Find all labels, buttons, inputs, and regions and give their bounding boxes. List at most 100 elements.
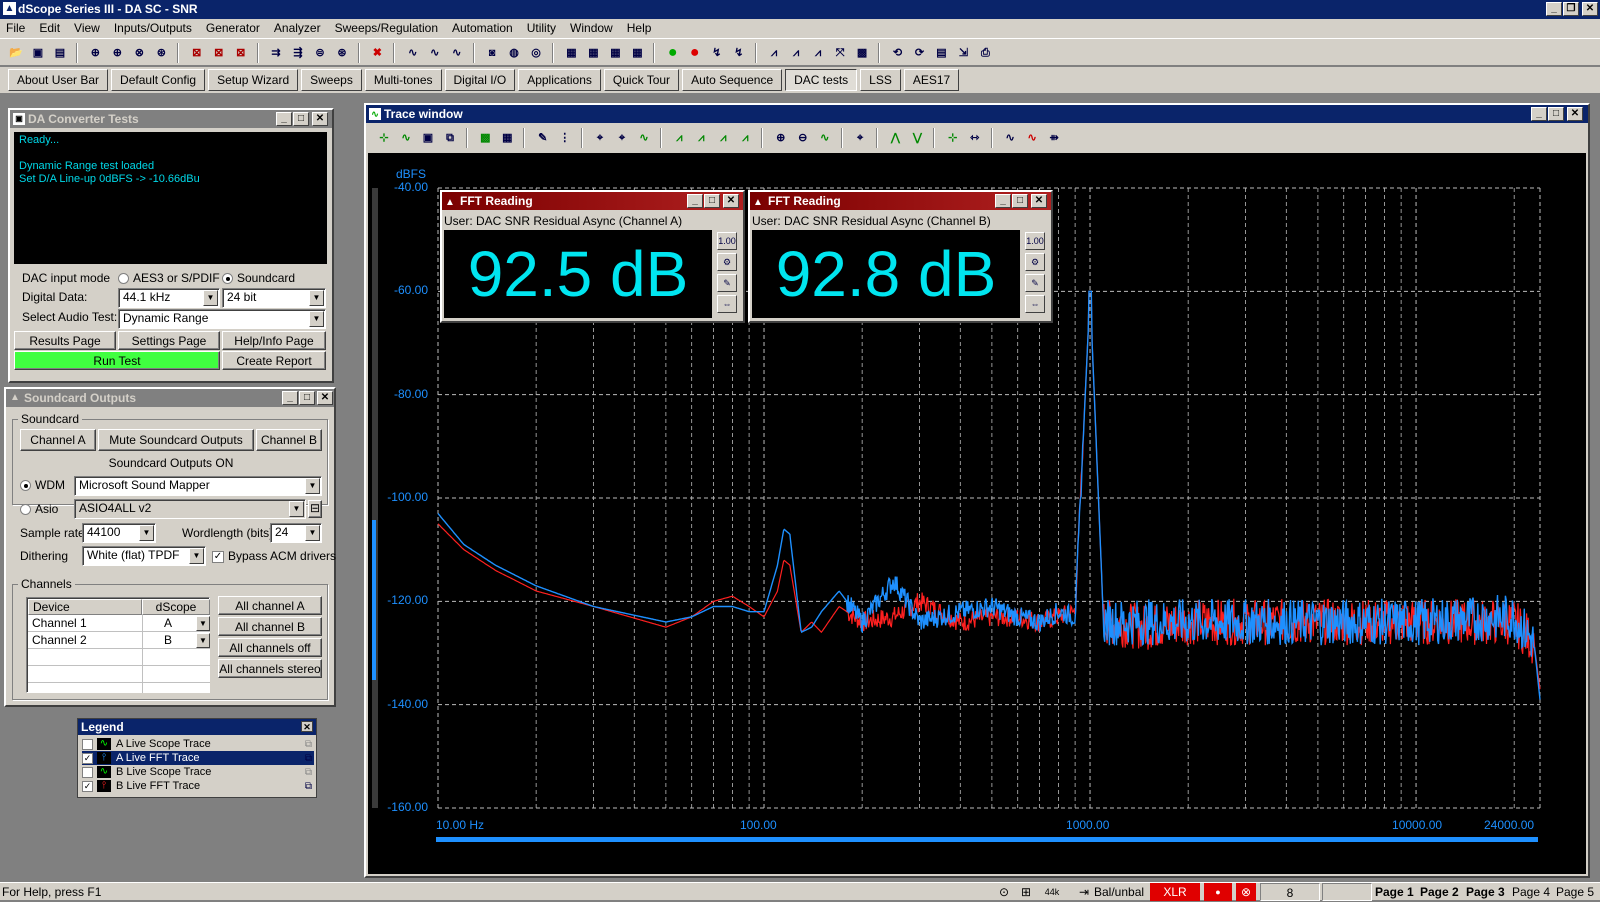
close-icon[interactable]: ✕ bbox=[1567, 107, 1583, 121]
run-icon[interactable]: ● bbox=[663, 43, 683, 63]
userbar-button[interactable]: Sweeps bbox=[301, 69, 362, 91]
menu-item[interactable]: Sweeps/Regulation bbox=[335, 21, 438, 35]
overlay-c-icon[interactable]: ⇻ bbox=[1044, 128, 1064, 148]
wave-b-icon[interactable]: ∿ bbox=[425, 43, 445, 63]
userbar-button[interactable]: Auto Sequence bbox=[682, 69, 783, 91]
settings-page-button[interactable]: Settings Page bbox=[118, 331, 220, 350]
peak-a-icon[interactable]: ⩘ bbox=[669, 128, 689, 148]
expand-icon[interactable]: ⇔ bbox=[1025, 295, 1045, 313]
legend-item[interactable]: ✓ ⫯ A Live FFT Trace ⧉ bbox=[82, 751, 314, 765]
legend-checkbox[interactable] bbox=[82, 766, 93, 778]
log-icon[interactable]: ✎ bbox=[1025, 274, 1045, 292]
menu-item[interactable]: File bbox=[6, 21, 25, 35]
peak-b-icon[interactable]: ⩘ bbox=[691, 128, 711, 148]
chevron-down-icon[interactable]: ▼ bbox=[196, 633, 210, 648]
grid-b-icon[interactable]: ⇿ bbox=[965, 128, 985, 148]
menu-item[interactable]: Inputs/Outputs bbox=[114, 21, 192, 35]
graph-d-icon[interactable]: ⤧ bbox=[830, 43, 850, 63]
asio-radio[interactable]: Asio bbox=[20, 502, 58, 516]
minimize-icon[interactable]: _ bbox=[276, 112, 292, 126]
copy-icon[interactable]: ⧉ bbox=[440, 128, 460, 148]
menu-item[interactable]: Automation bbox=[452, 21, 513, 35]
maximize-icon[interactable]: ❐ bbox=[1563, 2, 1579, 16]
minimize-icon[interactable]: _ bbox=[1546, 2, 1562, 16]
export-icon[interactable]: ⇲ bbox=[953, 43, 973, 63]
marker-a-icon[interactable]: ⋀ bbox=[885, 128, 905, 148]
legend-checkbox[interactable]: ✓ bbox=[82, 752, 93, 764]
dsp-d-icon[interactable]: ▦ bbox=[627, 43, 647, 63]
all-channels-stereo-button[interactable]: All channels stereo bbox=[218, 659, 322, 678]
dsp-b-icon[interactable]: ▦ bbox=[583, 43, 603, 63]
close-icon[interactable]: ✕ bbox=[312, 112, 328, 126]
userbar-button[interactable]: Multi-tones bbox=[364, 69, 442, 91]
output-d-icon[interactable]: ⊛ bbox=[151, 43, 171, 63]
asio-device-select[interactable]: ASIO4ALL v2 ▼ bbox=[74, 499, 306, 519]
userbar-button[interactable]: Digital I/O bbox=[444, 69, 516, 91]
menu-item[interactable]: Window bbox=[570, 21, 613, 35]
input-c-icon[interactable]: ⊜ bbox=[310, 43, 330, 63]
minimize-icon[interactable]: _ bbox=[687, 194, 703, 208]
graph-c-icon[interactable]: ⩘ bbox=[808, 43, 828, 63]
userbar-button[interactable]: Applications bbox=[518, 69, 601, 91]
asio-panel-button[interactable]: ⊟ bbox=[308, 500, 322, 518]
minimize-icon[interactable]: _ bbox=[1531, 107, 1547, 121]
meter-c-icon[interactable]: ◎ bbox=[526, 43, 546, 63]
wdm-radio[interactable]: WDM bbox=[20, 478, 65, 492]
table-row[interactable]: Channel 1 A ▼ bbox=[28, 615, 210, 632]
report-icon[interactable]: ▤ bbox=[931, 43, 951, 63]
zoom-in-icon[interactable]: ⊕ bbox=[771, 128, 791, 148]
soundcard-radio[interactable]: Soundcard bbox=[222, 271, 295, 285]
run-test-button[interactable]: Run Test bbox=[14, 351, 220, 370]
userbar-button[interactable]: Setup Wizard bbox=[208, 69, 299, 91]
sample-rate-select[interactable]: 44100 ▼ bbox=[82, 523, 156, 543]
table-icon[interactable]: ▦ bbox=[497, 128, 517, 148]
wave-c-icon[interactable]: ∿ bbox=[447, 43, 467, 63]
link-b-icon[interactable]: ⟳ bbox=[909, 43, 929, 63]
link-a-icon[interactable]: ⟲ bbox=[887, 43, 907, 63]
audio-test-select[interactable]: Dynamic Range ▼ bbox=[118, 309, 326, 329]
save-trace-icon[interactable]: ▣ bbox=[418, 128, 438, 148]
mute-outputs-button[interactable]: Mute Soundcard Outputs bbox=[98, 429, 254, 451]
scale-icon[interactable]: ⋮ bbox=[555, 128, 575, 148]
help-page-button[interactable]: Help/Info Page bbox=[222, 331, 326, 350]
userbar-button[interactable]: About User Bar bbox=[8, 69, 109, 91]
chevron-down-icon[interactable]: ▼ bbox=[196, 616, 210, 631]
x-scrollbar[interactable] bbox=[436, 837, 1538, 842]
legend-props-icon[interactable]: ⧉ bbox=[305, 780, 312, 794]
readout-icon[interactable]: 1.00 bbox=[717, 232, 737, 250]
bypass-acm-checkbox[interactable]: ✓ Bypass ACM drivers bbox=[212, 549, 336, 563]
channel-a-button[interactable]: Channel A bbox=[20, 429, 96, 451]
userbar-button[interactable]: AES17 bbox=[903, 69, 960, 91]
legend-props-icon[interactable]: ⧉ bbox=[305, 752, 312, 766]
close-icon[interactable]: ✕ bbox=[301, 721, 313, 732]
bit-depth-select[interactable]: 24 bit ▼ bbox=[222, 288, 326, 308]
open-icon[interactable]: 📂 bbox=[6, 43, 26, 63]
expand-icon[interactable]: ⇔ bbox=[717, 295, 737, 313]
menu-item[interactable]: Edit bbox=[39, 21, 60, 35]
channel-b-button[interactable]: Channel B bbox=[256, 429, 322, 451]
wave-icon[interactable]: ∿ bbox=[396, 128, 416, 148]
close-icon[interactable]: ✕ bbox=[317, 391, 333, 405]
log-icon[interactable]: ✎ bbox=[717, 274, 737, 292]
cursor-b-icon[interactable]: ⌖ bbox=[612, 128, 632, 148]
input-b-icon[interactable]: ⇶ bbox=[288, 43, 308, 63]
menu-item[interactable]: Help bbox=[627, 21, 652, 35]
page-2-tab[interactable]: Page 2 bbox=[1420, 883, 1459, 901]
graph-b-icon[interactable]: ⩘ bbox=[786, 43, 806, 63]
sweep-b-icon[interactable]: ↯ bbox=[729, 43, 749, 63]
all-channels-off-button[interactable]: All channels off bbox=[218, 638, 322, 657]
graph-e-icon[interactable]: ▩ bbox=[852, 43, 872, 63]
close-icon[interactable]: ✕ bbox=[1031, 194, 1047, 208]
menu-item[interactable]: View bbox=[74, 21, 100, 35]
graph-a-icon[interactable]: ⩘ bbox=[764, 43, 784, 63]
zoom-out-icon[interactable]: ⊖ bbox=[793, 128, 813, 148]
peak-d-icon[interactable]: ⩘ bbox=[735, 128, 755, 148]
menu-item[interactable]: Utility bbox=[527, 21, 556, 35]
maximize-icon[interactable]: □ bbox=[704, 194, 720, 208]
readout-icon[interactable]: 1.00 bbox=[1025, 232, 1045, 250]
minimize-icon[interactable]: _ bbox=[995, 194, 1011, 208]
page-5-tab[interactable]: Page 5 bbox=[1556, 883, 1594, 901]
save-all-icon[interactable]: ▤ bbox=[50, 43, 70, 63]
legend-item[interactable]: ∿ B Live Scope Trace ⧉ bbox=[82, 765, 314, 779]
record-icon[interactable]: ● bbox=[685, 43, 705, 63]
